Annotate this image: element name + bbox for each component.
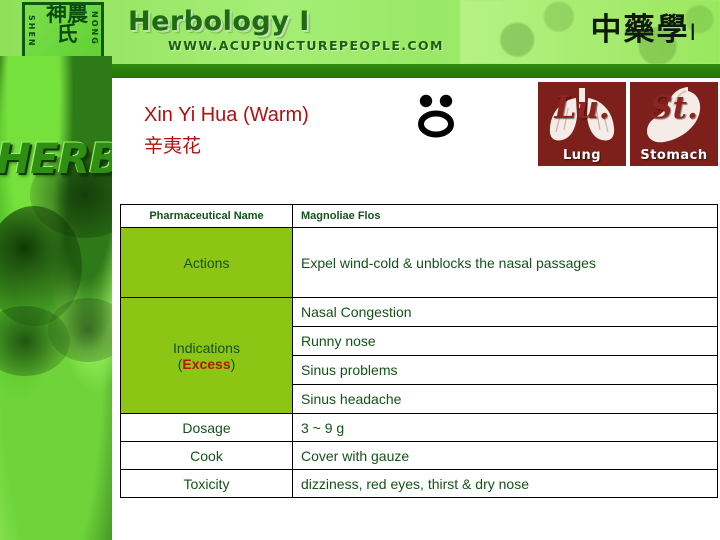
actions-value: Expel wind-cold & unblocks the nasal pas… [292, 227, 718, 298]
chinese-course-title: 中藥學I [591, 4, 699, 49]
seal-chinese-text: 神農氏 [46, 2, 88, 46]
page-title: Herbology I [128, 6, 310, 37]
table-row-cook: Cook Cover with gauze [120, 441, 718, 470]
chinese-course-title-text: 中藥學 [590, 12, 690, 48]
slide-root: SHEN 神農氏 NONG Herbology I WWW.ACUPUNCTUR… [0, 0, 720, 540]
sidebar-herb-word: HERB [0, 134, 112, 183]
indications-sublabel: (Excess) [129, 356, 284, 372]
indication-value: Sinus headache [292, 384, 718, 414]
indications-paren-close: ) [230, 355, 236, 372]
herb-name-block: Xin Yi Hua (Warm) 辛夷花 [144, 100, 309, 162]
seal-right-text: NONG [90, 11, 99, 46]
indication-value: Runny nose [292, 326, 718, 356]
herb-properties-table: Pharmaceutical Name Magnoliae Flos Actio… [120, 204, 718, 498]
website-url: WWW.ACUPUNCTUREPEOPLE.COM [168, 38, 444, 53]
organ-badge-caption: Lung [562, 148, 602, 163]
pharmaceutical-name-label: Pharmaceutical Name [120, 204, 293, 228]
herb-chinese-name: 辛夷花 [144, 135, 202, 157]
seal-left-text: SHEN [27, 15, 36, 48]
chinese-course-title-number: I [689, 21, 698, 46]
indications-label: Indications (Excess) [120, 297, 293, 414]
organ-badge-stomach: St. Stomach [630, 82, 718, 166]
indication-value: Nasal Congestion [292, 297, 718, 327]
organ-badge-abbr: Lu. [554, 90, 610, 126]
actions-label: Actions [120, 227, 293, 298]
organ-badge-abbr: St. [650, 90, 698, 126]
table-row-dosage: Dosage 3 ~ 9 g [120, 413, 718, 442]
dosage-value: 3 ~ 9 g [292, 413, 718, 442]
organ-badges: Lu. Lung St. Stomach [538, 82, 718, 166]
organ-badge-caption: Stomach [640, 148, 708, 163]
herb-pinyin-name: Xin Yi Hua (Warm) [144, 104, 309, 126]
cook-value: Cover with gauze [292, 441, 718, 470]
table-row-indication-1: Indications (Excess) Nasal Congestion [120, 297, 718, 414]
indication-value: Sinus problems [292, 355, 718, 385]
indications-label-text: Indications [173, 339, 240, 356]
pharmaceutical-name-value: Magnoliae Flos [292, 204, 718, 228]
shen-nong-seal-logo: SHEN 神農氏 NONG [22, 2, 104, 64]
cook-label: Cook [120, 441, 293, 470]
indications-excess-text: Excess [182, 355, 231, 372]
header-banner: SHEN 神農氏 NONG Herbology I WWW.ACUPUNCTUR… [0, 0, 720, 64]
table-row-pharmaceutical-name: Pharmaceutical Name Magnoliae Flos [120, 204, 718, 228]
sidebar-herb-image: HERB [0, 56, 112, 540]
table-row-actions: Actions Expel wind-cold & unblocks the n… [120, 227, 718, 298]
nose-icon [418, 94, 454, 138]
organ-badge-lung: Lu. Lung [538, 82, 626, 166]
dosage-label: Dosage [120, 413, 293, 442]
toxicity-value: dizziness, red eyes, thirst & dry nose [292, 469, 718, 498]
toxicity-label: Toxicity [120, 469, 293, 498]
table-row-toxicity: Toxicity dizziness, red eyes, thirst & d… [120, 469, 718, 498]
